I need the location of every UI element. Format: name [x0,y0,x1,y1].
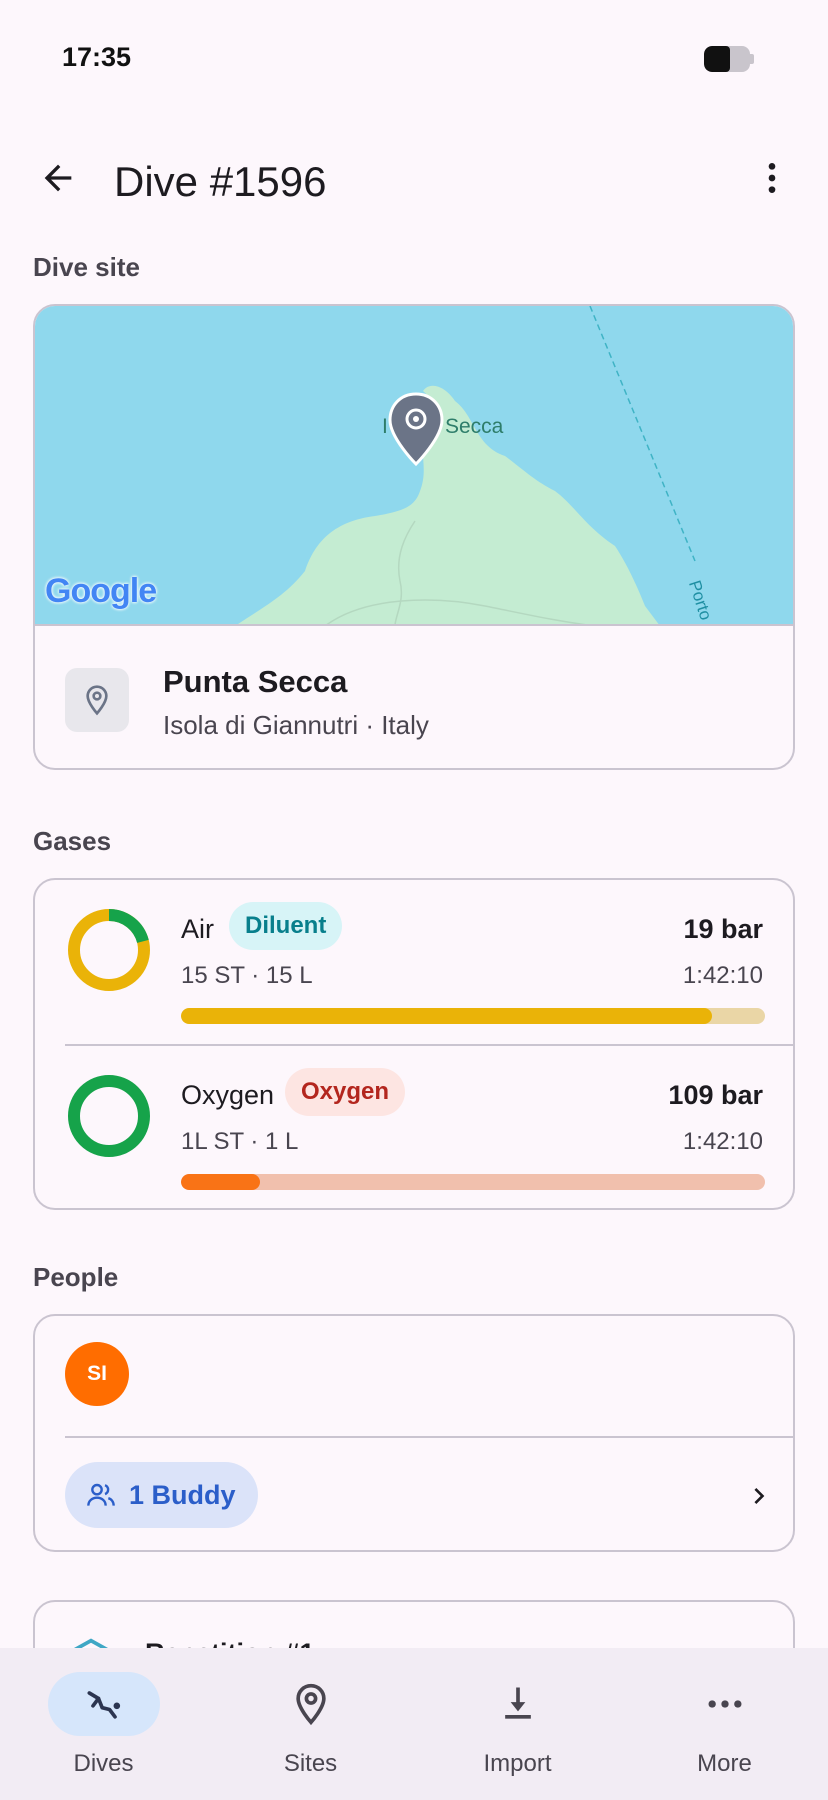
nav-icon-container [669,1672,781,1736]
buddy-count-label: 1 Buddy [129,1479,236,1510]
gas-duration: 1:42:10 [682,1128,763,1155]
map-pin-icon [388,392,444,467]
overflow-menu-button[interactable] [744,150,800,206]
gas-row-air[interactable]: Air Diluent 19 bar 15 ST · 15 L 1:42:10 [35,880,793,1046]
nav-label: More [697,1750,752,1777]
dive-site-info[interactable]: Punta Secca Isola di Giannutri · Italy [35,626,793,768]
site-name: Punta Secca [163,664,348,699]
nav-label: Sites [283,1750,338,1777]
gas-cylinder-spec: 15 ST · 15 L [181,962,313,989]
site-location: Isola di Giannutri · Italy [163,710,429,740]
bottom-navigation: Dives Sites Import More [0,1648,828,1800]
google-logo: Google [45,572,157,610]
gas-ring-main [68,1075,150,1157]
gas-pressure-bar [181,1174,765,1190]
nav-active-indicator [47,1672,160,1736]
nav-icon-container [255,1672,367,1736]
gas-cylinder-spec: 1L ST · 1 L [181,1128,299,1155]
avatar[interactable]: SI [65,1342,129,1406]
buddy-open-button[interactable] [739,1476,779,1516]
buddy-chip[interactable]: 1 Buddy [65,1462,258,1528]
gas-ring-icon [68,909,150,991]
map-place-label: Secca [445,415,504,438]
nav-icon-container [462,1672,574,1736]
battery-icon [704,46,754,72]
gas-name: Air [181,914,214,944]
gas-name: Oxygen [181,1080,275,1110]
download-icon [504,1687,531,1719]
arrow-back-icon [44,164,72,192]
status-time: 17:35 [62,42,132,72]
nav-item-sites[interactable]: Sites [207,1648,414,1800]
gas-role-chip: Oxygen [285,1068,406,1116]
location-pin-icon [86,685,108,716]
gas-duration: 1:42:10 [682,962,763,989]
gas-role-chip: Diluent [229,902,343,950]
nav-label: Dives [73,1750,134,1777]
nav-label: Import [483,1750,552,1777]
dive-site-map[interactable]: I Secca Porto Google [35,306,793,626]
nav-item-import[interactable]: Import [414,1648,621,1800]
gases-section-label: Gases [33,826,112,856]
location-pin-icon [295,1683,326,1726]
gas-pressure-bar [181,1008,765,1024]
status-bar: 17:35 [0,0,828,110]
nav-item-dives[interactable]: Dives [0,1648,207,1800]
people-card: SI 1 Buddy [33,1314,795,1552]
dive-site-card[interactable]: I Secca Porto Google Punta Secca Isola d… [33,304,795,770]
gas-pressure: 109 bar [668,1080,763,1110]
chevron-right-icon [754,1488,765,1504]
people-divider [65,1436,793,1438]
diver-icon [87,1691,120,1719]
more-vertical-icon [768,163,776,193]
dive-site-section-label: Dive site [33,252,140,282]
gas-pressure: 19 bar [683,914,763,944]
people-section-label: People [33,1262,119,1292]
people-icon [87,1483,115,1506]
more-horizontal-icon [708,1700,741,1708]
gases-card: Air Diluent 19 bar 15 ST · 15 L 1:42:10 … [33,878,795,1210]
page-title: Dive #1596 [114,158,327,205]
nav-item-more[interactable]: More [621,1648,828,1800]
site-icon-box [65,668,129,732]
top-app-bar: Dive #1596 [0,140,828,220]
gas-ring-icon [68,1075,150,1157]
gas-row-oxygen[interactable]: Oxygen Oxygen 109 bar 1L ST · 1 L 1:42:1… [35,1046,793,1208]
back-button[interactable] [30,150,86,206]
